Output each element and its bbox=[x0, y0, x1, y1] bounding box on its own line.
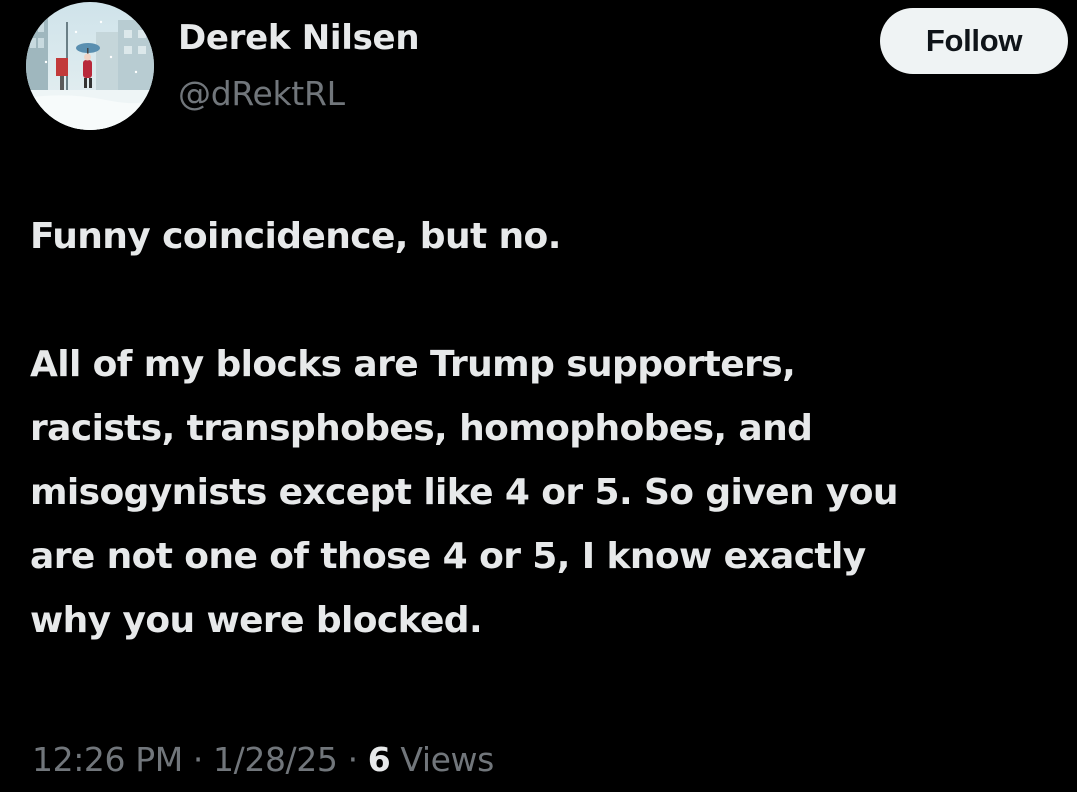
author-handle[interactable]: @dRektRL bbox=[178, 74, 345, 113]
views-label[interactable]: Views bbox=[400, 740, 494, 779]
tweet-line: misogynists except like 4 or 5. So given… bbox=[30, 472, 899, 513]
author-avatar[interactable] bbox=[26, 2, 154, 130]
author-name[interactable]: Derek Nilsen bbox=[178, 18, 420, 58]
tweet-time[interactable]: 12:26 PM bbox=[32, 740, 183, 779]
avatar-image-icon bbox=[26, 2, 154, 130]
meta-separator: · bbox=[192, 740, 203, 779]
tweet-line: Funny coincidence, but no. bbox=[30, 216, 561, 257]
tweet-line: why you were blocked. bbox=[30, 600, 483, 641]
tweet-text: Funny coincidence, but no. All of my blo… bbox=[30, 205, 1060, 653]
tweet-meta: 12:26 PM · 1/28/25 · 6 Views bbox=[32, 740, 494, 779]
tweet-line: racists, transphobes, homophobes, and bbox=[30, 408, 813, 449]
follow-button[interactable]: Follow bbox=[880, 8, 1068, 74]
tweet-date[interactable]: 1/28/25 bbox=[213, 740, 338, 779]
views-count[interactable]: 6 bbox=[368, 740, 391, 779]
tweet-line: All of my blocks are Trump supporters, bbox=[30, 344, 796, 385]
meta-separator: · bbox=[347, 740, 358, 779]
tweet: Derek Nilsen @dRektRL Follow Funny coinc… bbox=[0, 0, 1077, 792]
tweet-line: are not one of those 4 or 5, I know exac… bbox=[30, 536, 866, 577]
